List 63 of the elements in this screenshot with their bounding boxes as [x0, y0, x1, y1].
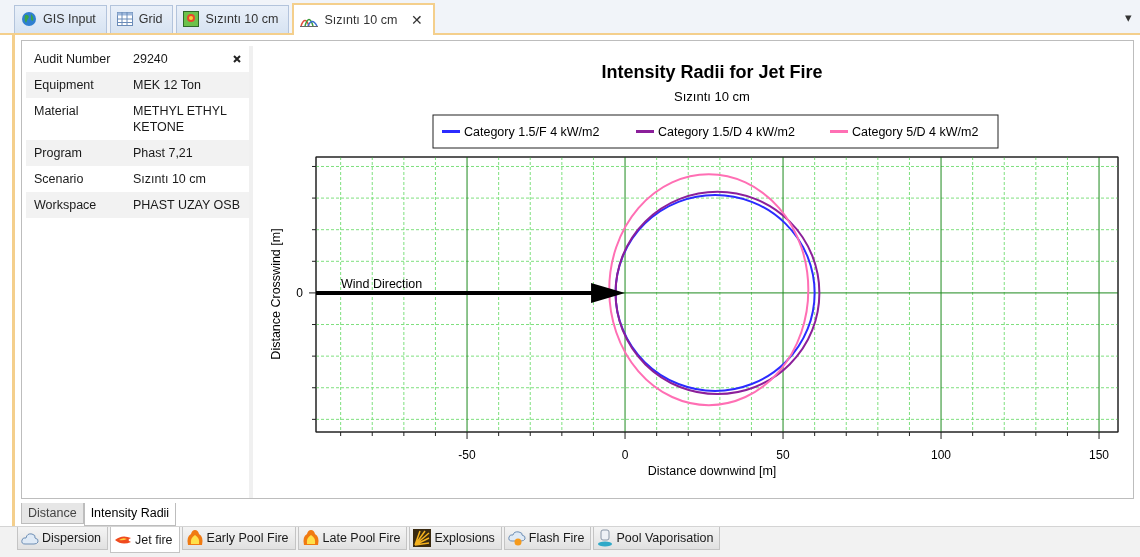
- chart-title: Intensity Radii for Jet Fire: [601, 61, 823, 82]
- property-value: METHYL ETHYL KETONE: [133, 102, 228, 135]
- map-icon: [183, 11, 200, 28]
- property-name: Equipment: [34, 76, 95, 93]
- tab-label: Sızıntı 10 cm: [324, 12, 398, 27]
- property-value: 29240: [133, 50, 169, 67]
- tab-label: Jet fire: [135, 532, 173, 547]
- view-tab[interactable]: Distance: [21, 502, 84, 524]
- cloud-icon: [21, 531, 39, 545]
- view-tab[interactable]: Intensity Radii: [83, 502, 177, 526]
- tab-label: GIS Input: [43, 12, 96, 27]
- result-tab[interactable]: Dispersion: [17, 527, 109, 551]
- tab-label: Dispersion: [42, 531, 102, 546]
- flame-icon: [114, 533, 133, 546]
- legend-label: Category 1.5/F 4 kW/m2: [464, 124, 600, 139]
- result-tab[interactable]: Explosions: [409, 527, 502, 551]
- tab-label: Explosions: [434, 531, 495, 546]
- property-name: Workspace: [34, 196, 98, 213]
- fire-icon: [185, 529, 204, 548]
- result-tab[interactable]: Jet fire: [110, 527, 180, 554]
- property-value: PHAST UZAY OSB: [133, 196, 241, 213]
- globe-icon: [21, 11, 37, 28]
- tab-label: Pool Vaporisation: [616, 531, 714, 546]
- pool-icon: [597, 529, 614, 548]
- document-tab[interactable]: GIS Input: [14, 4, 107, 33]
- legend-label: Category 1.5/D 4 kW/m2: [658, 124, 795, 139]
- tab-menu-button[interactable]: ▾: [1125, 10, 1132, 25]
- x-tick-label: 100: [931, 447, 952, 462]
- property-value: Phast 7,21: [133, 144, 194, 161]
- property-name: Scenario: [34, 170, 85, 187]
- x-tick-label: 50: [776, 447, 790, 462]
- explosion-icon: [413, 529, 432, 548]
- x-tick-label: 150: [1089, 447, 1110, 462]
- y-axis-title: Distance Crosswind [m]: [269, 228, 283, 360]
- result-tab[interactable]: Pool Vaporisation: [593, 527, 721, 551]
- property-value: Sızıntı 10 cm: [133, 170, 207, 187]
- x-tick-label: 0: [621, 447, 629, 462]
- annotation-label: Wind Direction: [341, 276, 423, 291]
- document-tab[interactable]: Sızıntı 10 cm: [176, 4, 290, 33]
- tab-label: Late Pool Fire: [322, 531, 401, 546]
- table-icon: [116, 12, 133, 27]
- property-name: Audit Number: [34, 50, 112, 67]
- x-axis-title: Distance downwind [m]: [647, 463, 777, 478]
- tab-label: Flash Fire: [528, 531, 585, 546]
- property-name: Program: [34, 144, 83, 161]
- result-tab[interactable]: Flash Fire: [503, 527, 592, 551]
- result-tab[interactable]: Early Pool Fire: [181, 527, 296, 551]
- tab-label: Sızıntı 10 cm: [205, 12, 279, 27]
- tab-label: Early Pool Fire: [206, 531, 289, 546]
- tab-label: Grid: [138, 12, 163, 27]
- chart-subtitle: Sızıntı 10 cm: [674, 88, 750, 104]
- property-name: Material: [34, 102, 80, 119]
- legend-label: Category 5/D 4 kW/m2: [852, 124, 979, 139]
- document-tab[interactable]: Grid: [109, 4, 174, 33]
- property-value: MEK 12 Ton: [133, 76, 202, 93]
- document-tab[interactable]: Sızıntı 10 cm ✕: [292, 2, 436, 35]
- close-icon[interactable]: [233, 54, 241, 63]
- y-tick-label: 0: [296, 285, 303, 300]
- x-tick-label: -50: [458, 447, 476, 462]
- result-tab[interactable]: Late Pool Fire: [297, 527, 408, 551]
- fire-icon: [301, 529, 320, 548]
- cloud-fire-icon: [507, 530, 526, 547]
- close-tab-button[interactable]: ✕: [411, 11, 424, 28]
